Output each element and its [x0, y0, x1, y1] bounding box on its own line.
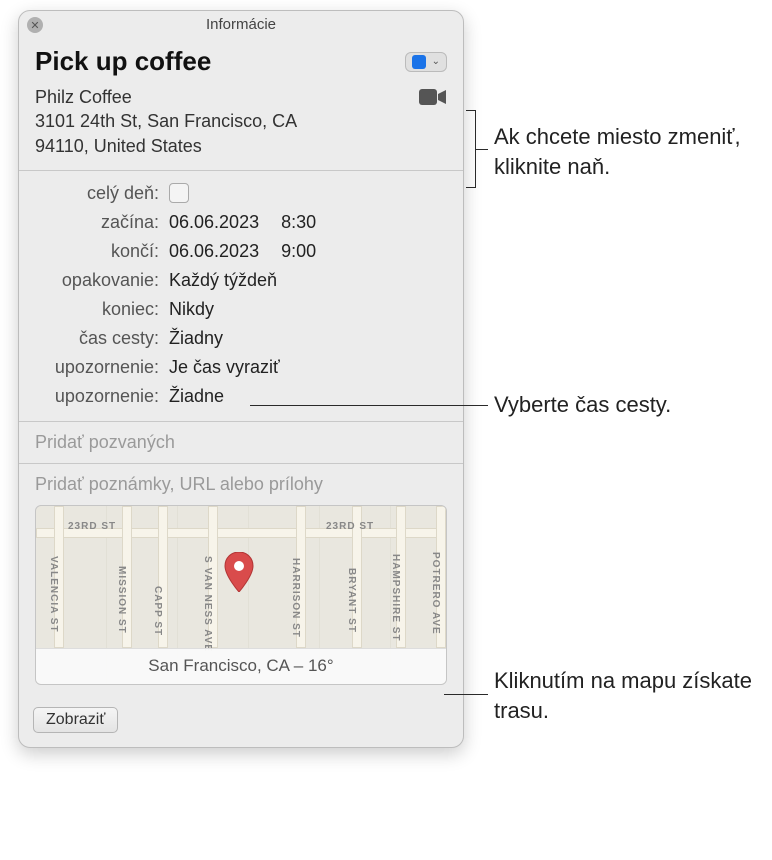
event-info-popover: ✕ Informácie Pick up coffee ⌄ Philz Coff…	[18, 10, 464, 748]
starts-value[interactable]: 06.06.2023 8:30	[169, 212, 316, 233]
video-call-button[interactable]	[419, 87, 447, 107]
window-title: Informácie	[206, 16, 276, 33]
ends-label: končí:	[35, 241, 169, 262]
ends-value[interactable]: 06.06.2023 9:00	[169, 241, 316, 262]
end-row: koniec: Nikdy	[35, 299, 447, 320]
show-button[interactable]: Zobraziť	[33, 707, 118, 733]
video-icon	[419, 87, 447, 107]
callout-line	[444, 694, 488, 695]
street-vanness: S VAN NESS AVE	[202, 556, 213, 652]
street-bryant: BRYANT ST	[346, 568, 357, 633]
alert2-value[interactable]: Žiadne	[169, 386, 224, 407]
ends-date: 06.06.2023	[169, 241, 259, 262]
end-value[interactable]: Nikdy	[169, 299, 214, 320]
close-button[interactable]: ✕	[27, 17, 43, 33]
starts-row: začína: 06.06.2023 8:30	[35, 212, 447, 233]
alert1-label: upozornenie:	[35, 357, 169, 378]
event-location[interactable]: Philz Coffee 3101 24th St, San Francisco…	[35, 85, 297, 158]
event-title[interactable]: Pick up coffee	[35, 46, 211, 77]
add-invitees-field[interactable]: Pridať pozvaných	[19, 422, 463, 464]
starts-time: 8:30	[281, 212, 316, 233]
street-potrero: POTRERO AVE	[430, 552, 441, 635]
repeat-value[interactable]: Každý týždeň	[169, 270, 277, 291]
alert1-row: upozornenie: Je čas vyraziť	[35, 357, 447, 378]
ends-row: končí: 06.06.2023 9:00	[35, 241, 447, 262]
callout-line	[476, 149, 488, 150]
header-section: Pick up coffee ⌄ Philz Coffee 3101 24th …	[19, 36, 463, 171]
callout-travel: Vyberte čas cesty.	[494, 390, 754, 420]
map-preview[interactable]: 23RD ST 23RD ST VALENCIA ST MISSION ST C…	[35, 505, 447, 685]
repeat-row: opakovanie: Každý týždeň	[35, 270, 447, 291]
map-pin-icon	[224, 552, 254, 592]
calendar-color-swatch	[412, 55, 426, 69]
callout-bracket	[466, 110, 476, 188]
title-row: Pick up coffee ⌄	[35, 46, 447, 77]
notes-section: Pridať poznámky, URL alebo prílohy 23RD …	[19, 464, 463, 699]
ends-time: 9:00	[281, 241, 316, 262]
street-capp: CAPP ST	[152, 586, 163, 636]
allday-row: celý deň:	[35, 183, 447, 204]
street-harrison: HARRISON ST	[290, 558, 301, 638]
calendar-selector[interactable]: ⌄	[405, 52, 447, 72]
street-hampshire: HAMPSHIRE ST	[390, 554, 401, 642]
location-name: Philz Coffee	[35, 85, 297, 109]
street-23rd-w: 23RD ST	[68, 521, 116, 532]
repeat-label: opakovanie:	[35, 270, 169, 291]
details-section: celý deň: začína: 06.06.2023 8:30 končí:…	[19, 171, 463, 422]
footer: Zobraziť	[19, 699, 463, 747]
starts-date: 06.06.2023	[169, 212, 259, 233]
travel-row: čas cesty: Žiadny	[35, 328, 447, 349]
street-mission: MISSION ST	[116, 566, 127, 634]
travel-label: čas cesty:	[35, 328, 169, 349]
alert1-value[interactable]: Je čas vyraziť	[169, 357, 280, 378]
location-addr2: 94110, United States	[35, 134, 297, 158]
alert2-row: upozornenie: Žiadne	[35, 386, 447, 407]
street-valencia: VALENCIA ST	[48, 556, 59, 633]
end-label: koniec:	[35, 299, 169, 320]
close-icon: ✕	[30, 19, 39, 32]
travel-value[interactable]: Žiadny	[169, 328, 223, 349]
map-caption: San Francisco, CA – 16°	[36, 648, 446, 684]
callout-map: Kliknutím na mapu získate trasu.	[494, 666, 754, 725]
notes-field[interactable]: Pridať poznámky, URL alebo prílohy	[35, 474, 447, 495]
alert2-label: upozornenie:	[35, 386, 169, 407]
location-row: Philz Coffee 3101 24th St, San Francisco…	[35, 85, 447, 158]
starts-label: začína:	[35, 212, 169, 233]
chevron-down-icon: ⌄	[432, 56, 440, 67]
location-addr1: 3101 24th St, San Francisco, CA	[35, 109, 297, 133]
titlebar: ✕ Informácie	[19, 11, 463, 36]
allday-label: celý deň:	[35, 183, 169, 204]
street-23rd-e: 23RD ST	[326, 521, 374, 532]
callout-line	[250, 405, 488, 406]
callout-location: Ak chcete miesto zmeniť, kliknite naň.	[494, 122, 754, 181]
allday-checkbox[interactable]	[169, 183, 189, 203]
